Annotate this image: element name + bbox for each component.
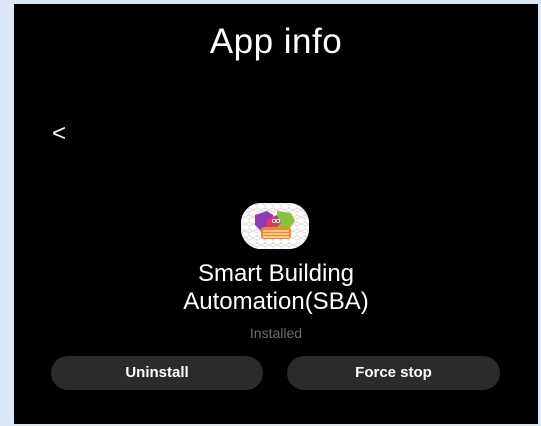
- back-icon[interactable]: <: [52, 122, 66, 146]
- app-name: Smart Building Automation(SBA): [14, 260, 538, 316]
- app-name-line-2: Automation(SBA): [183, 288, 369, 315]
- smart-building-app-icon: [241, 203, 309, 249]
- phone-screen: App info < Smart Building Automation(SBA…: [14, 4, 538, 424]
- force-stop-button[interactable]: Force stop: [287, 356, 500, 390]
- install-status: Installed: [249, 325, 303, 341]
- page-title: App info: [209, 22, 343, 61]
- uninstall-button[interactable]: Uninstall: [51, 356, 263, 390]
- app-name-line-1: Smart Building: [197, 260, 355, 287]
- app-icon-graphic: [241, 203, 309, 249]
- page-frame: App info < Smart Building Automation(SBA…: [0, 0, 541, 426]
